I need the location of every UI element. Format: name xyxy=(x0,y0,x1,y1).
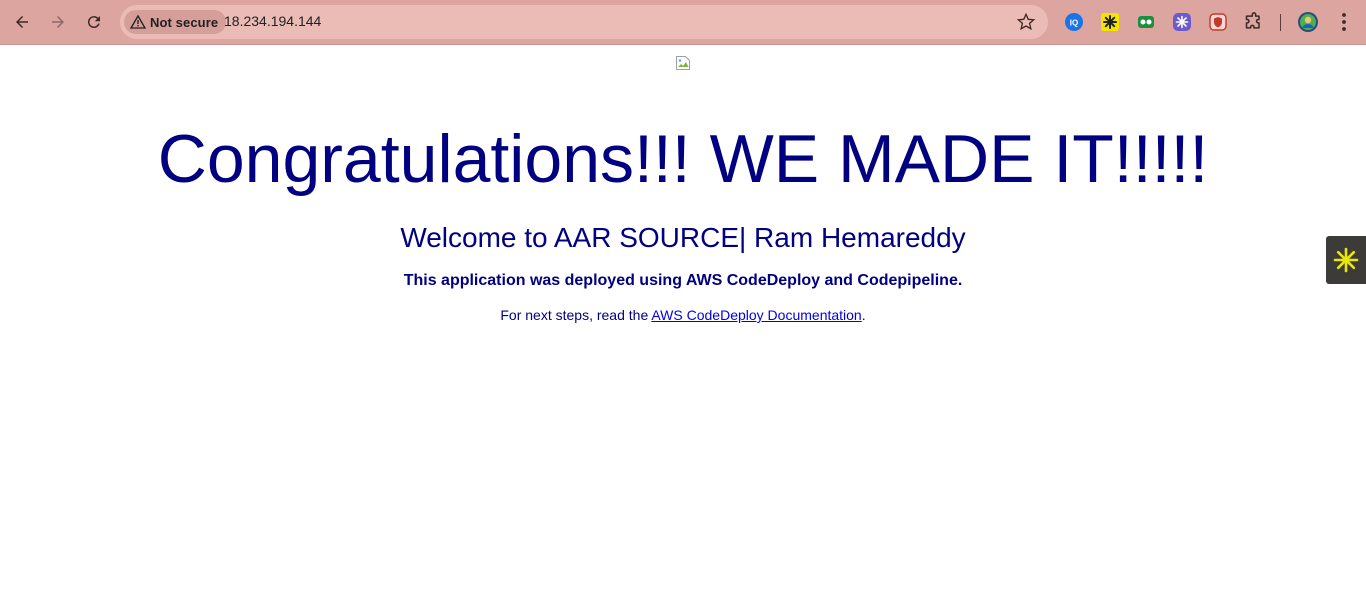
next-steps-text: For next steps, read the AWS CodeDeploy … xyxy=(0,305,1366,325)
address-bar[interactable]: Not secure 18.234.194.144 xyxy=(120,5,1048,39)
recorder-extension-icon[interactable] xyxy=(1135,11,1157,33)
toolbar-separator xyxy=(1280,14,1281,31)
snowflake-extension-icon[interactable] xyxy=(1171,11,1193,33)
side-widget-button[interactable] xyxy=(1326,236,1366,284)
reload-button[interactable] xyxy=(80,8,108,36)
broken-image-icon xyxy=(676,56,690,70)
warning-triangle-icon xyxy=(130,14,146,29)
security-label: Not secure xyxy=(150,14,219,30)
deploy-note: This application was deployed using AWS … xyxy=(403,272,963,289)
back-button[interactable] xyxy=(8,8,36,36)
forward-arrow-icon xyxy=(52,16,64,28)
iq-extension-icon[interactable]: IQ xyxy=(1063,11,1085,33)
forward-button[interactable] xyxy=(44,8,72,36)
codedeploy-docs-link[interactable]: AWS CodeDeploy Documentation xyxy=(651,307,861,323)
reload-icon xyxy=(87,16,100,29)
back-arrow-icon xyxy=(16,16,28,28)
welcome-subheading: Welcome to AAR SOURCE| Ram Hemareddy xyxy=(400,222,966,253)
pinwheel-widget-icon xyxy=(1333,247,1359,273)
page-content: Congratulations!!! WE MADE IT!!!!! Welco… xyxy=(0,46,1366,601)
svg-text:IQ: IQ xyxy=(1070,19,1078,28)
site-info-chip[interactable]: Not secure xyxy=(124,10,227,34)
kebab-menu-icon[interactable] xyxy=(1334,11,1354,33)
url-text[interactable]: 18.234.194.144 xyxy=(224,13,321,29)
shield-extension-icon[interactable] xyxy=(1207,11,1229,33)
profile-avatar-icon[interactable] xyxy=(1297,11,1319,33)
bookmark-star-icon[interactable] xyxy=(1016,12,1036,32)
puzzle-icon[interactable] xyxy=(1243,11,1265,33)
page-heading: Congratulations!!! WE MADE IT!!!!! xyxy=(157,121,1209,197)
next-steps-prefix: For next steps, read the xyxy=(500,307,652,323)
pinwheel-extension-icon[interactable] xyxy=(1099,11,1121,33)
browser-toolbar: Not secure 18.234.194.144 IQ xyxy=(0,0,1366,45)
next-steps-suffix: . xyxy=(861,307,866,323)
